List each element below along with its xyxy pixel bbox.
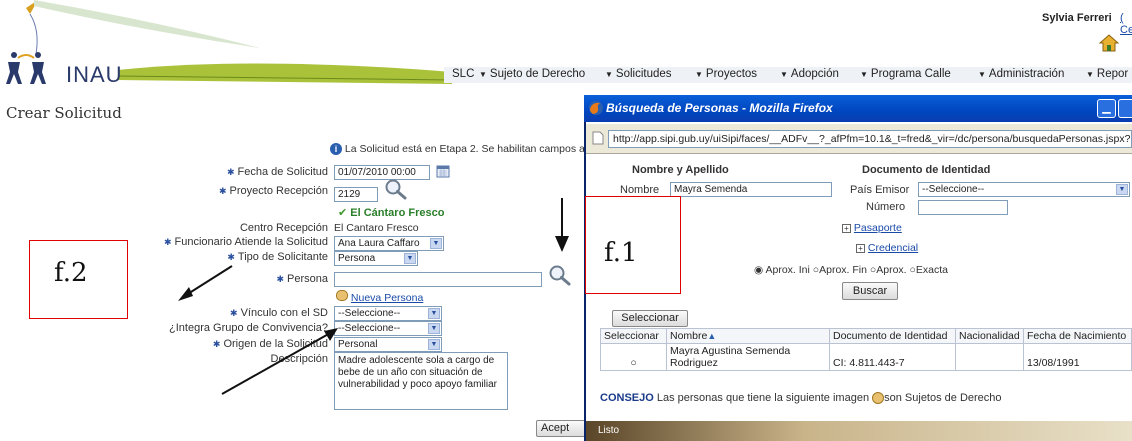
radio-aprox[interactable]: ○Aprox. bbox=[870, 264, 907, 276]
diagonal-arrow-upper-head bbox=[178, 287, 193, 301]
radio-aprox-ini[interactable]: ◉ Aprox. Ini bbox=[754, 264, 810, 276]
consejo-label: CONSEJO bbox=[600, 392, 654, 404]
pasaporte-link[interactable]: + Pasaporte bbox=[842, 222, 902, 234]
popup-url[interactable]: http://app.sipi.gub.uy/uiSipi/faces/__AD… bbox=[608, 130, 1132, 148]
expand-icon: + bbox=[856, 244, 865, 253]
page-icon bbox=[592, 131, 604, 145]
pais-select[interactable]: --Seleccione-- ▼ bbox=[918, 182, 1130, 197]
annotation-label-f1: f.1 bbox=[604, 238, 638, 268]
minimize-button[interactable]: ▁ bbox=[1097, 99, 1116, 118]
numero-label: Número bbox=[866, 201, 906, 213]
pais-label: País Emisor bbox=[850, 184, 910, 196]
consejo-tip: CONSEJO Las personas que tiene la siguie… bbox=[600, 392, 1002, 405]
col-documento: Documento de Identidad bbox=[829, 328, 956, 344]
row-nacionalidad bbox=[955, 343, 1024, 371]
radio-aprox-fin[interactable]: ○Aprox. Fin bbox=[813, 264, 867, 276]
consejo-text-2: son Sujetos de Derecho bbox=[884, 392, 1002, 404]
row-documento: CI: 4.811.443-7 bbox=[829, 343, 956, 371]
results-header-row: Seleccionar Nombre▲ Documento de Identid… bbox=[600, 328, 1132, 344]
nombre-heading: Nombre y Apellido bbox=[632, 164, 729, 176]
col-nacionalidad: Nacionalidad bbox=[955, 328, 1024, 344]
table-row[interactable]: ○ Mayra Agustina Semenda Rodriguez CI: 4… bbox=[600, 343, 1132, 371]
nombre-input[interactable]: Mayra Semenda bbox=[670, 182, 832, 197]
diagonal-arrow-lower-line bbox=[221, 331, 333, 395]
chevron-down-icon: ▼ bbox=[1116, 184, 1128, 195]
results-table: Seleccionar Nombre▲ Documento de Identid… bbox=[600, 328, 1132, 371]
sort-asc-icon: ▲ bbox=[707, 331, 717, 341]
down-arrow-head bbox=[555, 236, 569, 252]
row-nacimiento: 13/08/1991 bbox=[1023, 343, 1132, 371]
status-text: Listo bbox=[598, 425, 620, 436]
col-nacimiento: Fecha de Nacimiento bbox=[1023, 328, 1132, 344]
documento-heading: Documento de Identidad bbox=[862, 164, 991, 176]
buscar-button[interactable]: Buscar bbox=[842, 282, 898, 300]
person-icon bbox=[872, 392, 885, 405]
consejo-text: Las personas que tiene la siguiente imag… bbox=[656, 392, 870, 404]
diagonal-arrow-lower-head bbox=[324, 328, 338, 341]
col-seleccionar: Seleccionar bbox=[600, 328, 667, 344]
popup-statusbar bbox=[586, 421, 1132, 441]
radio-exacta[interactable]: ○Exacta bbox=[910, 264, 948, 276]
seleccionar-button[interactable]: Seleccionar bbox=[612, 310, 688, 327]
maximize-button[interactable] bbox=[1118, 99, 1132, 118]
popup-title: Búsqueda de Personas - Mozilla Firefox bbox=[606, 101, 833, 115]
expand-icon: + bbox=[842, 224, 851, 233]
col-nombre[interactable]: Nombre▲ bbox=[666, 328, 830, 344]
nombre-label: Nombre bbox=[620, 184, 660, 196]
numero-input[interactable] bbox=[918, 200, 1008, 215]
row-nombre: Mayra Agustina Semenda Rodriguez bbox=[666, 343, 830, 371]
firefox-icon bbox=[589, 101, 603, 115]
match-options: ◉ Aprox. Ini ○Aprox. Fin ○Aprox. ○Exacta bbox=[754, 264, 948, 276]
credencial-link[interactable]: + Credencial bbox=[856, 242, 918, 254]
row-radio[interactable]: ○ bbox=[600, 343, 667, 371]
